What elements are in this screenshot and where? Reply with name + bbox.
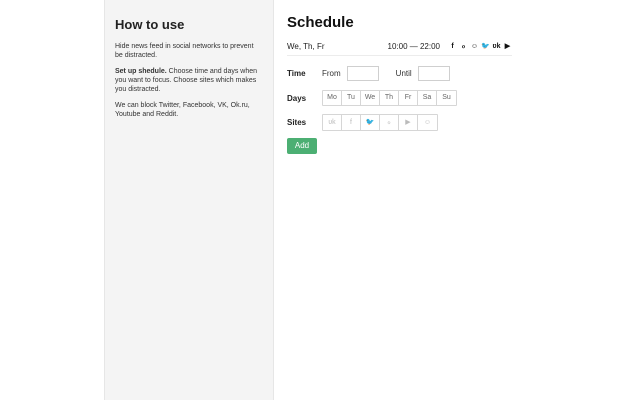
schedule-entry-time: 10:00 — 22:00 <box>387 41 440 51</box>
site-toggle-youtube-icon[interactable]: ▶ <box>399 115 418 130</box>
day-toggle-tu[interactable]: Tu <box>342 91 361 105</box>
day-toggle-mo[interactable]: Mo <box>323 91 342 105</box>
reddit-icon: ☺ <box>423 119 432 126</box>
page-title: Schedule <box>287 14 354 31</box>
days-label: Days <box>287 93 307 103</box>
odnoklassniki-icon: ℴ <box>461 42 466 50</box>
schedule-entry-sites: f ℴ ☺ 🐦 ʋk ▶ <box>448 42 512 51</box>
until-time-input[interactable] <box>417 66 450 81</box>
sites-label: Sites <box>287 118 307 127</box>
site-toggle-odnoklassniki-icon[interactable]: ℴ <box>380 115 399 130</box>
day-selector: Mo Tu We Th Fr Sa Su <box>322 90 457 106</box>
time-label: Time <box>287 69 306 78</box>
help-paragraph-3: We can block Twitter, Facebook, VK, Ok.r… <box>115 102 250 118</box>
main-content: Schedule We, Th, Fr 10:00 — 22:00 f ℴ ☺ 🐦 ʋk… <box>287 0 517 56</box>
sites-row: Sites ʋk f 🐦 ℴ ▶ ☺ <box>287 114 438 131</box>
site-toggle-vk-icon[interactable]: ʋk <box>323 115 342 130</box>
schedule-entry-days: We, Th, Fr <box>287 41 325 51</box>
until-label: Until <box>395 69 412 78</box>
facebook-icon: f <box>350 119 352 126</box>
help-paragraph-1: Hide news feed in social networks to pre… <box>115 43 254 59</box>
add-button[interactable]: Add <box>287 138 317 154</box>
days-row: Days Mo Tu We Th Fr Sa Su <box>287 90 457 106</box>
day-toggle-su[interactable]: Su <box>437 91 456 105</box>
vk-icon: ʋk <box>328 119 336 126</box>
time-row: Time From Until <box>287 66 450 81</box>
reddit-icon: ☺ <box>470 42 479 50</box>
day-toggle-th[interactable]: Th <box>380 91 399 105</box>
site-toggle-reddit-icon[interactable]: ☺ <box>418 115 437 130</box>
from-time-input[interactable] <box>346 66 379 81</box>
day-toggle-sa[interactable]: Sa <box>418 91 437 105</box>
site-toggle-facebook-icon[interactable]: f <box>342 115 361 130</box>
youtube-icon: ▶ <box>405 119 411 126</box>
help-title: How to use <box>115 17 185 32</box>
day-toggle-we[interactable]: We <box>361 91 380 105</box>
help-panel: How to use Hide news feed in social netw… <box>104 0 274 400</box>
site-toggle-twitter-icon[interactable]: 🐦 <box>361 115 380 130</box>
schedule-entry[interactable]: We, Th, Fr 10:00 — 22:00 f ℴ ☺ 🐦 ʋk ▶ <box>287 39 512 56</box>
youtube-icon: ▶ <box>504 42 511 50</box>
help-paragraph-2-bold: Set up shedule. <box>115 68 167 75</box>
site-selector: ʋk f 🐦 ℴ ▶ ☺ <box>322 114 438 131</box>
from-label: From <box>322 69 341 78</box>
facebook-icon: f <box>451 42 454 50</box>
odnoklassniki-icon: ℴ <box>387 119 391 126</box>
page: How to use Hide news feed in social netw… <box>0 0 640 400</box>
twitter-icon: 🐦 <box>365 119 375 126</box>
vk-icon: ʋk <box>492 42 501 50</box>
help-paragraph-2: Set up shedule. Choose time and days whe… <box>115 67 263 94</box>
twitter-icon: 🐦 <box>481 42 490 50</box>
day-toggle-fr[interactable]: Fr <box>399 91 418 105</box>
